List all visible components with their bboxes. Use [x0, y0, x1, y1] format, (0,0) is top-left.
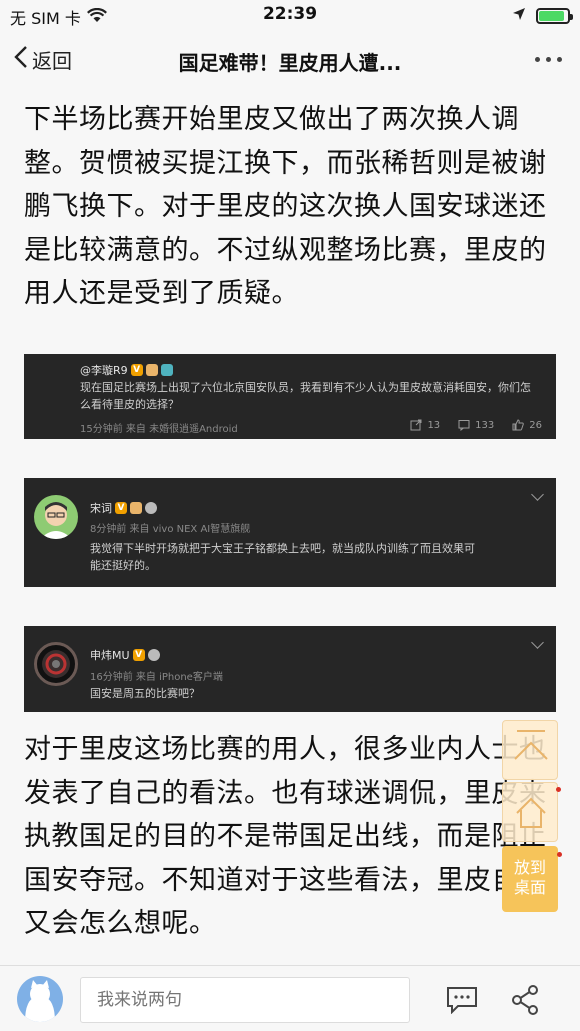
notification-dot: [557, 852, 562, 857]
share-icon: [512, 985, 538, 1015]
status-right: [512, 6, 573, 25]
comment-icon: [458, 420, 470, 431]
repost-icon: [410, 419, 422, 431]
comment-text: 国安是周五的比赛吧？: [90, 687, 200, 700]
text-line: 下半场比赛开始里皮又做出了两次换人调: [24, 104, 519, 135]
comment-screenshot-3: 申炜MU V 16分钟前 来自 iPhone客户端 国安是周五的比赛吧？: [24, 626, 556, 712]
like-stat: 26: [512, 419, 542, 431]
clock: 22:39: [262, 4, 318, 24]
comment-text: 我觉得下半时开场就把于大宝王子铭都换上去吧，就当成队内训练了而且效果可 能还挺好…: [90, 542, 475, 572]
back-label: 返回: [32, 49, 72, 73]
comment-meta: 8分钟前 来自 vivo NEX AI智慧旗舰: [90, 524, 251, 535]
comment-stats: 13 133 26: [410, 419, 542, 431]
more-options-icon[interactable]: [535, 57, 562, 62]
home-icon: [516, 797, 546, 828]
verified-badge-icon: V: [115, 502, 127, 514]
chevron-left-icon: [14, 45, 28, 74]
location-arrow-icon: [512, 6, 526, 25]
comment-button[interactable]: [446, 986, 478, 1018]
text-line: 发表了自己的看法。也有球迷调侃，里皮来: [24, 777, 547, 809]
chevron-down-icon: [531, 488, 544, 501]
comment-meta: 16分钟前 来自 iPhone客户端: [90, 672, 223, 683]
add-to-desktop-button[interactable]: 放到 桌面: [502, 846, 562, 912]
comment-user: 宋词 V: [90, 500, 157, 516]
text-line: 国安夺冠。不知道对于这些看法，里皮自己: [24, 864, 547, 896]
arrow-up-icon: [514, 730, 548, 760]
article-paragraph-2: 对于里皮这场比赛的用人，很多业内人士也 发表了自己的看法。也有球迷调侃，里皮来 …: [24, 728, 564, 946]
bottom-bar: [0, 965, 580, 1031]
article-paragraph-1: 下半场比赛开始里皮又做出了两次换人调 整。贺惯被买提江换下，而张稀哲则是被谢 鹏…: [24, 98, 564, 316]
avatar: [34, 495, 78, 539]
comment-meta: 15分钟前 来自 未婚很逍遥Android: [80, 424, 238, 435]
notification-dot: [556, 787, 561, 792]
comment-screenshot-1: @李璇R9 V 现在国足比赛场上出现了六位北京国安队员，我看到有不少人认为里皮故…: [24, 354, 556, 439]
text-line: 整。贺惯被买提江换下，而张稀哲则是被谢: [24, 147, 547, 179]
scroll-to-top-button[interactable]: [502, 720, 558, 780]
comment-bubble-icon: [447, 987, 477, 1015]
text-line: 执教国足的目的不是带国足出线，而是阻止: [24, 821, 547, 852]
member-badge-icon: [160, 364, 173, 376]
nav-bar: 返回 国足难带！里皮用人遭...: [0, 30, 580, 90]
medal-badge-icon: [145, 502, 157, 514]
text-line: 用人还是受到了质疑。: [24, 278, 299, 309]
comment-stat: 133: [458, 419, 494, 431]
verified-badge-icon: V: [130, 364, 143, 376]
crown-badge-icon: [145, 364, 158, 376]
share-button[interactable]: [510, 984, 540, 1020]
text-line: 鹏飞换下。对于里皮的这次换人国安球迷还: [24, 191, 547, 222]
verified-badge-icon: V: [132, 649, 145, 661]
status-bar: 无 SIM 卡 22:39: [0, 0, 580, 30]
repost-stat: 13: [410, 419, 440, 431]
crown-badge-icon: [130, 502, 142, 514]
thumbs-up-icon: [512, 419, 525, 431]
comment-user: @李璇R9 V: [80, 362, 173, 378]
text-line: 又会怎么想呢。: [24, 908, 217, 939]
comment-input[interactable]: [80, 977, 410, 1023]
text-line: 对于里皮这场比赛的用人，很多业内人士也: [24, 734, 547, 765]
back-button[interactable]: 返回: [14, 45, 72, 74]
home-button[interactable]: [502, 782, 561, 842]
medal-badge-icon: [147, 649, 160, 661]
avatar: [34, 642, 78, 686]
comment-user: 申炜MU V: [90, 647, 160, 663]
comment-text: 现在国足比赛场上出现了六位北京国安队员，我看到有不少人认为里皮故意消耗国安，你们…: [80, 381, 531, 411]
chevron-down-icon: [531, 636, 544, 649]
user-avatar[interactable]: [17, 976, 63, 1022]
text-line: 是比较满意的。不过纵观整场比赛，里皮的: [24, 234, 547, 266]
page-title: 国足难带！里皮用人遭...: [178, 51, 402, 75]
comment-screenshot-2: 宋词 V 8分钟前 来自 vivo NEX AI智慧旗舰 我觉得下半时开场就把于…: [24, 478, 556, 587]
battery-icon: [536, 7, 573, 24]
